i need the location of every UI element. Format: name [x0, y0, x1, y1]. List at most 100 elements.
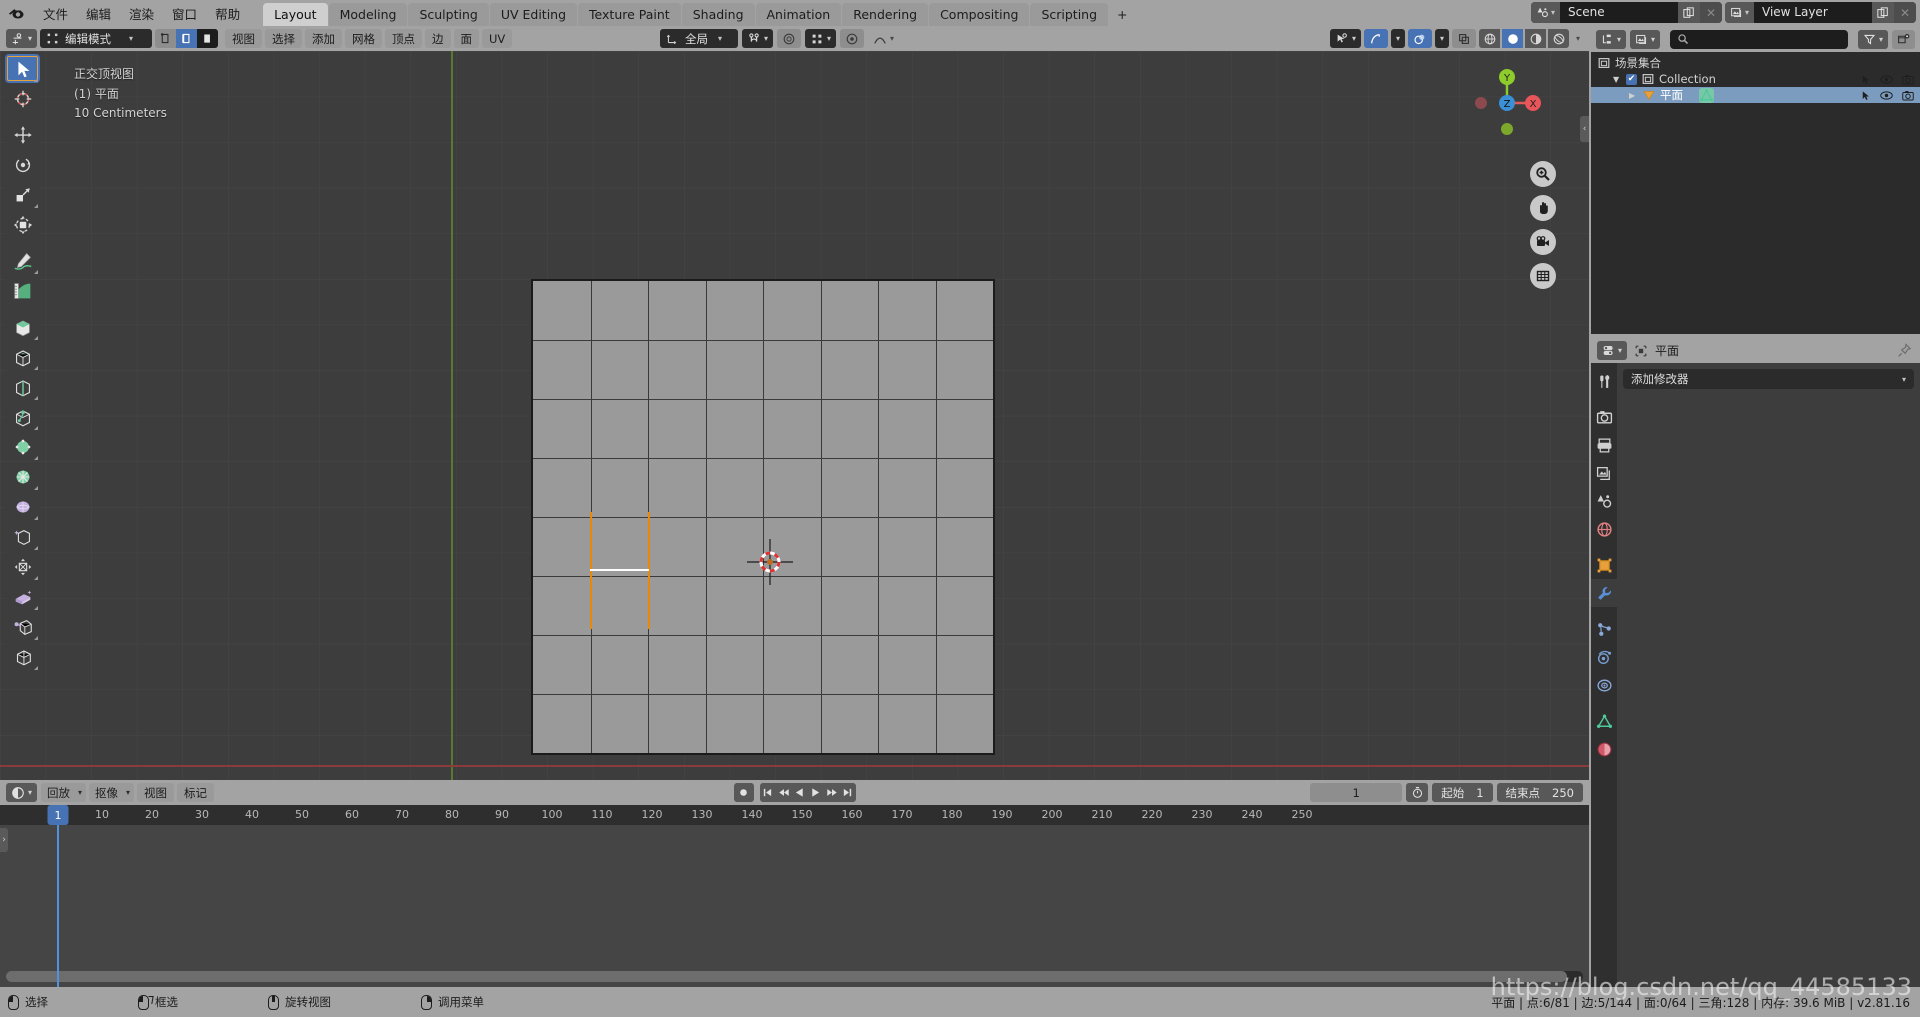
blender-logo-icon[interactable]	[6, 3, 28, 23]
end-frame-field[interactable]: 结束点 250	[1496, 783, 1583, 802]
properties-render-tab[interactable]	[1591, 403, 1617, 431]
transform-orientation-selector[interactable]: 全局 ▾	[660, 29, 738, 48]
poly-build-tool[interactable]	[5, 462, 40, 491]
viewport-menu-2[interactable]: 添加	[305, 29, 343, 48]
timer-icon[interactable]	[1406, 783, 1429, 802]
jump-start-icon[interactable]	[760, 783, 776, 802]
falloff-curve-icon[interactable]: ▾	[868, 29, 899, 48]
timeline-ruler[interactable]: 10 20 30 40 50 60 70 80 90 100 110 120 130 140 150 160 1…	[0, 805, 1589, 825]
shear-tool[interactable]	[5, 612, 40, 641]
camera-view-icon[interactable]	[1530, 229, 1556, 255]
xray-dropdown[interactable]: ▾	[1434, 29, 1449, 48]
transform-tool[interactable]	[5, 210, 40, 239]
new-collection-icon[interactable]	[1892, 29, 1915, 49]
mode-selector[interactable]: 编辑模式 ▾	[40, 29, 153, 48]
spin-tool[interactable]	[5, 492, 40, 521]
properties-physics-tab[interactable]	[1591, 643, 1617, 671]
properties-scene-tab[interactable]	[1591, 487, 1617, 515]
timeline-menu-0[interactable]: 回放 ▾	[41, 783, 87, 802]
workspace-tab-modeling[interactable]: Modeling	[328, 3, 408, 26]
extrude-region-tool[interactable]	[5, 312, 40, 341]
current-frame-field[interactable]: 1	[1310, 783, 1403, 802]
viewport-menu-6[interactable]: 面	[453, 29, 480, 48]
snap-icon[interactable]: ▾	[742, 29, 774, 48]
pivot-point-icon[interactable]: ▾	[805, 29, 837, 48]
move-tool[interactable]	[5, 120, 40, 149]
smooth-tool[interactable]	[5, 522, 40, 551]
scene-selector[interactable]: ▾ Scene ✕	[1530, 2, 1722, 23]
play-icon[interactable]	[808, 783, 824, 802]
start-frame-field[interactable]: 起始 1	[1432, 783, 1493, 802]
proportional-edit-icon[interactable]	[777, 29, 802, 48]
workspace-tab-compositing[interactable]: Compositing	[929, 3, 1030, 26]
viewport-sidebar-toggle[interactable]: ‹	[1580, 116, 1589, 142]
delete-scene-button[interactable]: ✕	[1699, 2, 1722, 23]
properties-output-tab[interactable]	[1591, 431, 1617, 459]
funnel-icon[interactable]: ▾	[1857, 29, 1888, 49]
workspace-tab-uv-editing[interactable]: UV Editing	[489, 3, 578, 26]
timeline-sidebar-toggle[interactable]: ›	[0, 828, 8, 852]
view-layer-icon[interactable]: ▾	[1724, 2, 1754, 23]
timeline-menu-1[interactable]: 抠像 ▾	[89, 783, 135, 802]
cursor-arrow-icon[interactable]	[1860, 74, 1871, 85]
topbar-menu-3[interactable]: 窗口	[163, 1, 206, 26]
workspace-tab-layout[interactable]: Layout	[263, 3, 328, 26]
topbar-menu-2[interactable]: 渲染	[120, 1, 163, 26]
workspace-tab-animation[interactable]: Animation	[755, 3, 842, 26]
editor-type-icon[interactable]: ▾	[6, 29, 38, 48]
add-modifier-button[interactable]: 添加修改器 ▾	[1623, 369, 1914, 389]
topbar-menu-0[interactable]: 文件	[34, 1, 77, 26]
timeline-scroll-thumb[interactable]	[6, 971, 1568, 982]
xray-toggle-icon[interactable]	[1407, 29, 1432, 48]
cursor-arrow-icon[interactable]	[1860, 90, 1871, 101]
pin-icon[interactable]	[1897, 343, 1912, 358]
properties-particles-tab[interactable]	[1591, 615, 1617, 643]
delete-view-layer-button[interactable]: ✕	[1894, 2, 1916, 23]
shading-solid-wire-icon[interactable]	[1479, 29, 1500, 48]
rip-region-tool[interactable]	[5, 642, 40, 671]
eye-icon[interactable]	[1880, 74, 1893, 85]
shading-wireframe-icon[interactable]	[1452, 29, 1476, 48]
rotate-tool[interactable]	[5, 150, 40, 179]
zoom-icon[interactable]	[1530, 161, 1556, 187]
next-keyframe-icon[interactable]	[824, 783, 840, 802]
workspace-tab-sculpting[interactable]: Sculpting	[408, 3, 489, 26]
knife-tool[interactable]	[5, 432, 40, 461]
overlays-icon[interactable]	[1363, 29, 1388, 48]
play-reverse-icon[interactable]	[792, 783, 808, 802]
viewport-menu-1[interactable]: 选择	[265, 29, 303, 48]
tweak-select-tool[interactable]	[5, 54, 40, 83]
outliner-row-1[interactable]: ▼ ✔ Collection	[1591, 71, 1920, 87]
loop-cut-tool[interactable]	[5, 402, 40, 431]
workspace-tab-+[interactable]: +	[1109, 3, 1135, 26]
viewport-menu-4[interactable]: 顶点	[385, 29, 423, 48]
scale-tool[interactable]	[5, 180, 40, 209]
workspace-tab-texture-paint[interactable]: Texture Paint	[578, 3, 681, 26]
timeline-body[interactable]	[0, 825, 1589, 987]
scene-icon[interactable]: ▾	[1530, 2, 1560, 23]
overlays-dropdown[interactable]: ▾	[1390, 29, 1405, 48]
shading-material-icon[interactable]	[1525, 29, 1546, 48]
properties-view-layer-tab[interactable]	[1591, 459, 1617, 487]
disclosure-triangle-icon[interactable]: ▼	[1613, 75, 1622, 84]
navigation-gizmo[interactable]: Y X Z	[1465, 61, 1549, 145]
camera-icon[interactable]	[1902, 74, 1914, 85]
falloff-pivot-icon[interactable]	[840, 29, 865, 48]
properties-world-tab[interactable]	[1591, 515, 1617, 543]
topbar-menu-1[interactable]: 编辑	[77, 1, 120, 26]
properties-material-tab[interactable]	[1591, 735, 1617, 763]
view-layer-name[interactable]: View Layer	[1754, 2, 1872, 23]
viewport-menu-0[interactable]: 视图	[225, 29, 263, 48]
disclosure-triangle-icon[interactable]: ▶	[1629, 91, 1638, 100]
camera-icon[interactable]	[1902, 90, 1914, 101]
new-scene-button[interactable]	[1677, 2, 1700, 23]
viewport-menu-3[interactable]: 网格	[345, 29, 383, 48]
search-input[interactable]	[1670, 29, 1848, 49]
edge-slide-tool[interactable]	[5, 552, 40, 581]
3d-viewport[interactable]: 正交顶视图 (1) 平面 10 Centimeters Y X Z ‹	[0, 51, 1589, 780]
timeline-menu-2[interactable]: 视图	[137, 783, 175, 802]
viewport-menu-5[interactable]: 边	[425, 29, 451, 48]
toggle-ortho-icon[interactable]	[1530, 263, 1556, 289]
shrink-fatten-tool[interactable]	[5, 582, 40, 611]
shading-solid-icon[interactable]	[1502, 29, 1523, 48]
